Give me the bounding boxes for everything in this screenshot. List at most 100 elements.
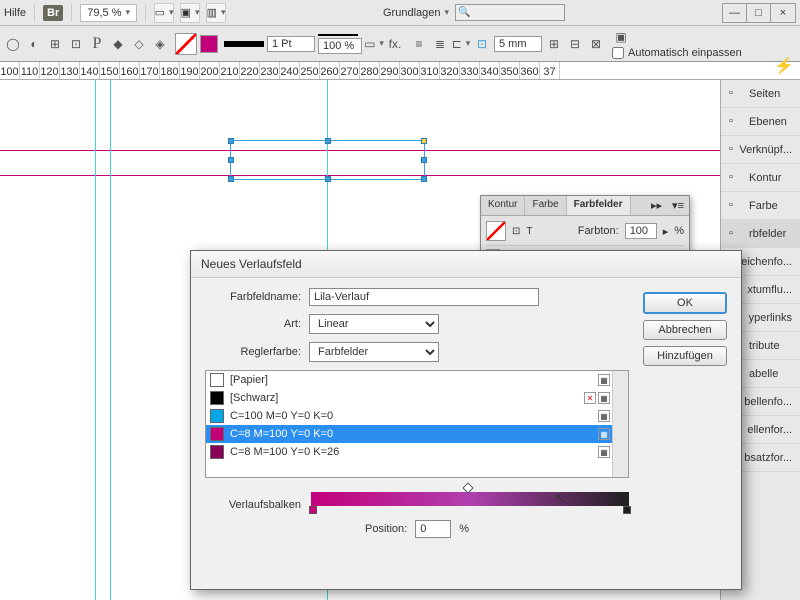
tab-farbfelder[interactable]: Farbfelder — [567, 196, 631, 215]
view-options-icon[interactable]: ▭ — [154, 3, 174, 23]
search-input[interactable] — [455, 4, 565, 21]
offset-input[interactable] — [494, 36, 542, 52]
arrange-icon[interactable]: ▥ — [206, 3, 226, 23]
stopcolor-label: Reglerfarbe: — [205, 346, 301, 358]
stroke-weight-input[interactable] — [267, 36, 315, 52]
tool-icon[interactable]: ⊞ — [46, 35, 64, 53]
add-button[interactable]: Hinzufügen — [643, 346, 727, 366]
container-icon[interactable]: ⊡ — [512, 226, 520, 237]
cap-icon[interactable]: ▭ — [365, 35, 383, 53]
close-button[interactable]: × — [771, 4, 795, 22]
tint-label: Farbton: — [578, 225, 619, 237]
top-menu-bar: Hilfe Br 79,5 % ▭ ▣ ▥ Grundlagen — □ × — [0, 0, 800, 26]
guide[interactable] — [95, 80, 96, 600]
panel-icon: ▫ — [729, 227, 743, 241]
fit-icon[interactable]: ▣ — [612, 28, 630, 46]
horizontal-ruler: 1001101201301401501601701801902002102202… — [0, 62, 800, 80]
swatch-row[interactable]: C=8 M=100 Y=0 K=26▦◩ — [206, 443, 628, 461]
tab-kontur[interactable]: Kontur — [481, 196, 525, 215]
align-icon[interactable]: ≡ — [410, 35, 428, 53]
position-input[interactable] — [415, 520, 451, 538]
sidebar-item[interactable]: ▫rbfelder — [721, 220, 800, 248]
gradient-ramp[interactable] — [311, 492, 629, 506]
tint-input[interactable] — [625, 223, 657, 239]
fill-proxy[interactable] — [486, 221, 506, 241]
scrollbar[interactable] — [612, 371, 628, 477]
align-icon[interactable]: ≣ — [431, 35, 449, 53]
help-menu[interactable]: Hilfe — [4, 7, 26, 19]
gradient-stop[interactable] — [309, 506, 317, 514]
selected-frame[interactable] — [230, 140, 425, 180]
sidebar-item[interactable]: ▫Seiten — [721, 80, 800, 108]
sidebar-item[interactable]: ▫Kontur — [721, 164, 800, 192]
gradient-type-select[interactable]: Linear — [309, 314, 439, 334]
swatch-chip — [210, 391, 224, 405]
name-label: Farbfeldname: — [205, 291, 301, 303]
paragraph-icon[interactable]: P — [88, 35, 106, 53]
text-icon[interactable]: T — [526, 226, 532, 237]
panel-collapse-icon[interactable]: ▸▸ — [646, 196, 667, 215]
color-type-icon: ▦ — [598, 428, 610, 440]
guide[interactable] — [110, 80, 111, 600]
swatch-chip — [210, 373, 224, 387]
fill-swatch[interactable] — [175, 33, 197, 55]
workspace-switcher[interactable]: Grundlagen — [383, 7, 449, 19]
stop-color-select[interactable]: Farbfelder — [309, 342, 439, 362]
panel-icon: ▫ — [729, 199, 743, 213]
tool-icon[interactable]: ◆ — [109, 35, 127, 53]
tint-slider-icon[interactable]: ▸ — [663, 225, 669, 238]
swatch-chip — [210, 427, 224, 441]
swatch-row[interactable]: [Schwarz]✕▦◩ — [206, 389, 628, 407]
autofit-checkbox[interactable]: Automatisch einpassen — [612, 47, 742, 59]
color-type-icon: ▦ — [598, 410, 610, 422]
line-style[interactable] — [318, 34, 358, 36]
tab-farbe[interactable]: Farbe — [525, 196, 566, 215]
dialog-title: Neues Verlaufsfeld — [191, 251, 741, 278]
fit-icon[interactable]: ⊠ — [587, 35, 605, 53]
sidebar-item[interactable]: ▫Ebenen — [721, 108, 800, 136]
screen-mode-icon[interactable]: ▣ — [180, 3, 200, 23]
percent-input[interactable] — [318, 38, 362, 54]
swatch-chip — [210, 409, 224, 423]
nodelete-icon: ✕ — [584, 392, 596, 404]
color-type-icon: ▦ — [598, 446, 610, 458]
stroke-preview — [224, 41, 264, 47]
frame-icon[interactable]: ⊡ — [473, 35, 491, 53]
cancel-button[interactable]: Abbrechen — [643, 320, 727, 340]
panel-icon: ▫ — [729, 171, 743, 185]
sidebar-item[interactable]: ▫Farbe — [721, 192, 800, 220]
gradient-stop[interactable] — [623, 506, 631, 514]
fit-icon[interactable]: ⊟ — [566, 35, 584, 53]
swatch-name-input[interactable] — [309, 288, 539, 306]
swatch-row[interactable]: [Papier]▦◩ — [206, 371, 628, 389]
zoom-dropdown[interactable]: 79,5 % — [80, 4, 137, 22]
fx-icon[interactable]: fx. — [386, 35, 404, 53]
panel-tabs: Kontur Farbe Farbfelder ▸▸ ▾≡ — [481, 196, 689, 216]
swatch-row[interactable]: C=8 M=100 Y=0 K=0▦◩ — [206, 425, 628, 443]
swatch-list[interactable]: [Papier]▦◩[Schwarz]✕▦◩C=100 M=0 Y=0 K=0▦… — [205, 370, 629, 478]
tool-icon[interactable]: ◯ — [4, 35, 22, 53]
control-panel: ◯ ◐ ⊞ ⊡ P ◆ ◇ ◈ ▭ fx. ≡ ≣ ⊏ ⊡ ⊞ ⊟ ⊠ ▣ Au… — [0, 26, 800, 62]
maximize-button[interactable]: □ — [747, 4, 771, 22]
tool-icon[interactable]: ⊡ — [67, 35, 85, 53]
swatch-chip — [210, 445, 224, 459]
new-gradient-dialog: Neues Verlaufsfeld Farbfeldname: Art: Li… — [190, 250, 742, 590]
minimize-button[interactable]: — — [723, 4, 747, 22]
position-label: Position: — [365, 523, 407, 535]
ramp-label: Verlaufsbalken — [205, 499, 301, 511]
ok-button[interactable]: OK — [643, 292, 727, 314]
stroke-swatch[interactable] — [200, 35, 218, 53]
tool-icon[interactable]: ◐ — [25, 35, 43, 53]
fit-icon[interactable]: ⊞ — [545, 35, 563, 53]
tool-icon[interactable]: ◈ — [151, 35, 169, 53]
bridge-button[interactable]: Br — [43, 5, 63, 21]
panel-icon: ▫ — [729, 115, 743, 129]
wrap-icon[interactable]: ⊏ — [452, 35, 470, 53]
panel-menu-icon[interactable]: ▾≡ — [667, 196, 689, 215]
tool-icon[interactable]: ◇ — [130, 35, 148, 53]
swatch-row[interactable]: C=100 M=0 Y=0 K=0▦◩ — [206, 407, 628, 425]
gpu-icon[interactable]: ⚡ — [774, 56, 794, 76]
gradient-midpoint[interactable] — [462, 482, 473, 493]
color-type-icon: ▦ — [598, 392, 610, 404]
sidebar-item[interactable]: ▫Verknüpf... — [721, 136, 800, 164]
